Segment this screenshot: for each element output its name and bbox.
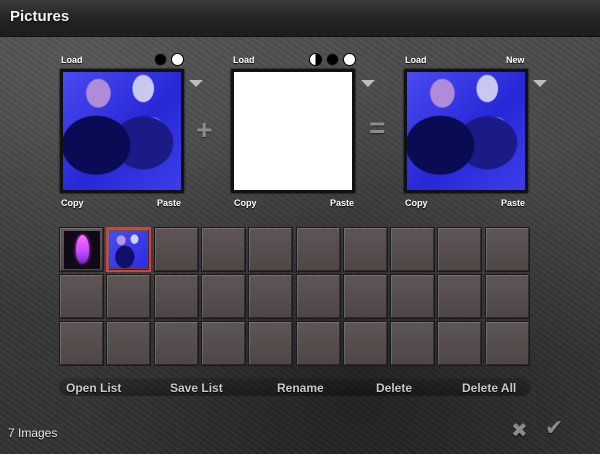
slot1-black-swatch[interactable]	[154, 53, 167, 66]
slot2-white-swatch[interactable]	[343, 53, 356, 66]
slot2-black-swatch[interactable]	[326, 53, 339, 66]
close-icon[interactable]: ✖	[511, 418, 528, 442]
slot2-load-button[interactable]: Load	[233, 55, 255, 65]
slot2-copy-button[interactable]: Copy	[234, 198, 257, 208]
slot2-dropdown-icon[interactable]	[361, 80, 375, 87]
image-list-cell[interactable]	[59, 321, 104, 366]
image-list-grid	[59, 227, 531, 369]
slot3-new-button[interactable]: New	[506, 55, 525, 65]
slot3-dropdown-icon[interactable]	[533, 80, 547, 87]
slot2-blank-canvas	[234, 72, 352, 190]
window-title: Pictures	[10, 8, 70, 25]
image-list-cell[interactable]	[106, 227, 151, 272]
slot1-white-swatch[interactable]	[171, 53, 184, 66]
slot1-photo	[63, 72, 181, 190]
open-list-button[interactable]: Open List	[66, 381, 121, 395]
slot1-copy-button[interactable]: Copy	[61, 198, 84, 208]
slot1-paste-button[interactable]: Paste	[157, 198, 181, 208]
plus-operator: +	[196, 114, 213, 145]
image-list-cell[interactable]	[296, 274, 341, 319]
image-list-cell[interactable]	[296, 227, 341, 272]
save-list-button[interactable]: Save List	[170, 381, 223, 395]
slot2-paste-button[interactable]: Paste	[330, 198, 354, 208]
image-list-cell[interactable]	[201, 321, 246, 366]
image-list-cell[interactable]	[154, 321, 199, 366]
image-list-cell[interactable]	[59, 274, 104, 319]
image-list-cell[interactable]	[437, 274, 482, 319]
slot3-paste-button[interactable]: Paste	[501, 198, 525, 208]
image-list-cell[interactable]	[390, 321, 435, 366]
slot1-load-button[interactable]: Load	[61, 55, 83, 65]
image-list-cell[interactable]	[201, 274, 246, 319]
rename-button[interactable]: Rename	[277, 381, 324, 395]
thumbnail-photo-image	[110, 231, 147, 268]
slot1-image-well[interactable]	[60, 69, 184, 193]
image-list-cell[interactable]	[390, 274, 435, 319]
image-list-cell[interactable]	[343, 321, 388, 366]
tree-shape	[76, 235, 89, 263]
image-count-status: 7 Images	[8, 426, 58, 440]
slot3-image-well[interactable]	[404, 69, 528, 193]
image-list-cell[interactable]	[296, 321, 341, 366]
slot3-load-button[interactable]: Load	[405, 55, 427, 65]
title-bar: Pictures	[0, 0, 600, 37]
image-list-cell[interactable]	[437, 321, 482, 366]
image-list-cell[interactable]	[343, 274, 388, 319]
checkmark-icon[interactable]: ✔	[545, 416, 563, 441]
equals-operator: =	[369, 112, 386, 143]
slot3-copy-button[interactable]: Copy	[405, 198, 428, 208]
thumbnail-tree-image	[64, 231, 100, 269]
image-list-cell[interactable]	[59, 227, 104, 272]
delete-all-button[interactable]: Delete All	[462, 381, 516, 395]
delete-button[interactable]: Delete	[376, 381, 412, 395]
image-list-cell[interactable]	[248, 321, 293, 366]
image-list-cell[interactable]	[201, 227, 246, 272]
image-list-cell[interactable]	[390, 227, 435, 272]
image-list-cell[interactable]	[485, 321, 530, 366]
image-list-cell[interactable]	[485, 274, 530, 319]
image-list-cell[interactable]	[343, 227, 388, 272]
slot2-image-well[interactable]	[231, 69, 355, 193]
image-list-cell[interactable]	[485, 227, 530, 272]
pictures-dialog: Pictures Load Copy Paste + Load Copy Pas…	[0, 0, 600, 454]
slot3-photo	[407, 72, 525, 190]
image-list-cell[interactable]	[154, 227, 199, 272]
image-list-cell[interactable]	[106, 274, 151, 319]
image-list-cell[interactable]	[154, 274, 199, 319]
image-list-cell[interactable]	[248, 274, 293, 319]
slot1-dropdown-icon[interactable]	[189, 80, 203, 87]
image-list-cell[interactable]	[106, 321, 151, 366]
image-list-cell[interactable]	[248, 227, 293, 272]
slot2-contrast-swatch[interactable]	[309, 53, 322, 66]
image-list-cell[interactable]	[437, 227, 482, 272]
